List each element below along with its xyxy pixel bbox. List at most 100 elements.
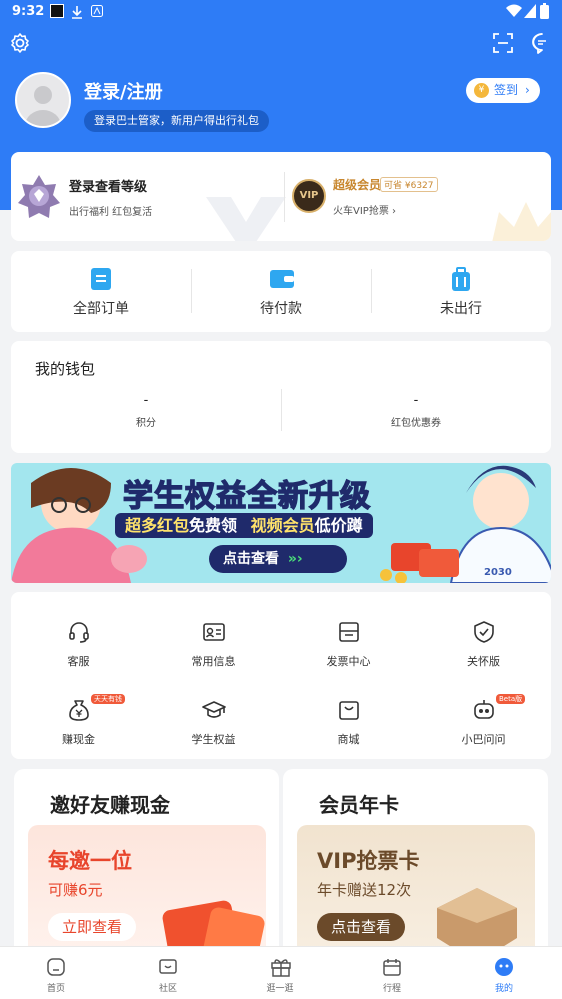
service-customer-service[interactable]: 客服 <box>11 620 146 690</box>
service-xiaoba-ask[interactable]: Beta版 小巴问问 <box>416 694 551 768</box>
jersey-number: 2030 <box>484 567 512 578</box>
tab-label: 社区 <box>158 984 177 994</box>
invoice-icon <box>339 622 359 642</box>
services-card: 客服 常用信息 发票中心 关怀版 天天有钱 赚现金 学生权益 商城 Beta版 … <box>11 592 551 759</box>
banner-subtitle-c: 视频会员 <box>250 516 315 535</box>
message-icon[interactable] <box>531 32 553 54</box>
invite-view-button[interactable]: 立即查看 <box>48 913 137 941</box>
tab-label: 我的 <box>494 984 513 994</box>
tab-label: 首页 <box>46 984 65 994</box>
banner-view-button[interactable]: 点击查看 »› <box>209 545 347 573</box>
not-travelled-button[interactable]: 未出行 <box>371 251 551 332</box>
tab-explore[interactable]: 逛一逛 <box>224 947 336 999</box>
points-item[interactable]: - 积分 <box>11 393 281 429</box>
invite-big-text: 每邀一位 <box>48 849 132 873</box>
money-bag-icon <box>69 700 89 721</box>
tab-label: 行程 <box>382 984 401 994</box>
cell-signal-icon <box>524 4 536 18</box>
invite-heading: 邀好友赚现金 <box>50 793 170 817</box>
scan-icon[interactable] <box>492 32 514 54</box>
tab-trips[interactable]: 行程 <box>336 947 448 999</box>
banner-subtitle-d: 低价蹲 <box>314 516 363 535</box>
invite-panel: 每邀一位 可赚6元 立即查看 <box>28 825 266 959</box>
wifi-icon <box>506 4 522 17</box>
signin-label: 签到 <box>494 83 519 97</box>
calendar-icon <box>383 959 401 976</box>
service-label: 赚现金 <box>62 733 95 746</box>
download-icon <box>72 6 82 19</box>
vip-title[interactable]: 超级会员 <box>333 176 381 193</box>
banner-subtitle: 超多红包免费领 视频会员低价蹲 <box>115 513 373 538</box>
points-value: - <box>143 393 149 408</box>
service-tag: 天天有钱 <box>91 694 125 704</box>
pending-payment-button[interactable]: 待付款 <box>191 251 371 332</box>
banner-title: 学生权益全新升级 <box>122 471 371 515</box>
annual-card-big-text: VIP抢票卡 <box>317 849 420 873</box>
status-time: 9:32 <box>12 4 45 19</box>
student-benefits-banner[interactable]: 2030 学生权益全新升级 超多红包免费领 视频会员低价蹲 点击查看 »› <box>11 463 551 583</box>
wallet-icon <box>270 270 294 288</box>
service-earn-cash[interactable]: 天天有钱 赚现金 <box>11 694 146 768</box>
service-mall[interactable]: 商城 <box>281 698 416 768</box>
triple-arrow-icon: »› <box>287 551 303 567</box>
level-star-badge-icon[interactable] <box>17 174 61 218</box>
watermark-logo-icon <box>206 197 286 241</box>
chevron-right-icon: › <box>525 83 530 97</box>
annual-card-heading: 会员年卡 <box>319 793 399 817</box>
tab-mine[interactable]: 我的 <box>448 947 560 999</box>
suitcase-icon <box>452 267 470 291</box>
app-notification-icon <box>91 5 103 17</box>
banner-title-b: 全新升级 <box>246 478 371 515</box>
headset-icon <box>69 622 89 643</box>
service-label: 小巴问问 <box>461 733 506 746</box>
login-tip-badge: 登录巴士管家，新用户得出行礼包 <box>84 110 269 132</box>
gift-icon <box>271 959 291 977</box>
robot-icon <box>474 700 494 719</box>
service-student-benefits[interactable]: 学生权益 <box>146 698 281 768</box>
tab-label: 逛一逛 <box>266 984 294 994</box>
login-register-link[interactable]: 登录/注册 <box>84 78 163 104</box>
document-icon <box>91 268 111 290</box>
points-label: 积分 <box>136 418 156 429</box>
banner-view-label: 点击查看 <box>223 551 279 567</box>
service-invoice-center[interactable]: 发票中心 <box>281 620 416 690</box>
vip-save-badge: 可省 ¥6327 <box>380 177 438 192</box>
settings-gear-icon[interactable] <box>9 32 31 54</box>
id-card-icon <box>203 623 225 641</box>
all-orders-label: 全部订单 <box>73 301 129 317</box>
vip-subtitle-link[interactable]: 火车VIP抢票 › <box>333 202 396 217</box>
annual-card-small-text: 年卡赠送12次 <box>317 881 412 899</box>
shopping-bag-icon <box>339 701 359 720</box>
service-label: 商城 <box>337 733 360 746</box>
coupons-item[interactable]: - 红包优惠券 <box>281 393 551 429</box>
invite-friends-card[interactable]: 邀好友赚现金 每邀一位 可赚6元 立即查看 <box>14 769 279 959</box>
home-icon <box>47 958 65 976</box>
annual-card-promo[interactable]: 会员年卡 VIP抢票卡 年卡赠送12次 点击查看 <box>283 769 548 959</box>
coupons-label: 红包优惠券 <box>391 418 441 429</box>
coupons-value: - <box>413 393 419 408</box>
coin-icon: ¥ <box>474 83 489 98</box>
divider <box>284 172 285 222</box>
tab-home[interactable]: 首页 <box>0 947 112 999</box>
service-label: 常用信息 <box>191 655 236 668</box>
tab-community[interactable]: 社区 <box>112 947 224 999</box>
profile-face-icon <box>495 958 513 976</box>
service-label: 关怀版 <box>467 655 500 668</box>
service-common-info[interactable]: 常用信息 <box>146 620 281 690</box>
notification-square-icon <box>50 4 64 18</box>
battery-icon <box>540 3 549 19</box>
annual-card-view-button[interactable]: 点击查看 <box>317 913 406 941</box>
crown-decoration-icon <box>492 202 551 241</box>
vip-badge-icon[interactable]: VIP <box>292 179 326 213</box>
level-subtitle: 出行福利 红包复活 <box>69 207 153 218</box>
community-icon <box>159 959 177 974</box>
level-title[interactable]: 登录查看等级 <box>69 176 147 195</box>
service-label: 客服 <box>67 655 90 668</box>
orders-card: 全部订单 待付款 未出行 <box>11 251 551 332</box>
signin-button[interactable]: ¥ 签到 › <box>466 78 540 103</box>
all-orders-button[interactable]: 全部订单 <box>11 251 191 332</box>
level-card: 登录查看等级 出行福利 红包复活 VIP 超级会员 可省 ¥6327 火车VIP… <box>11 152 551 241</box>
service-care-mode[interactable]: 关怀版 <box>416 620 551 690</box>
wallet-title: 我的钱包 <box>35 360 96 378</box>
avatar[interactable] <box>15 72 71 128</box>
